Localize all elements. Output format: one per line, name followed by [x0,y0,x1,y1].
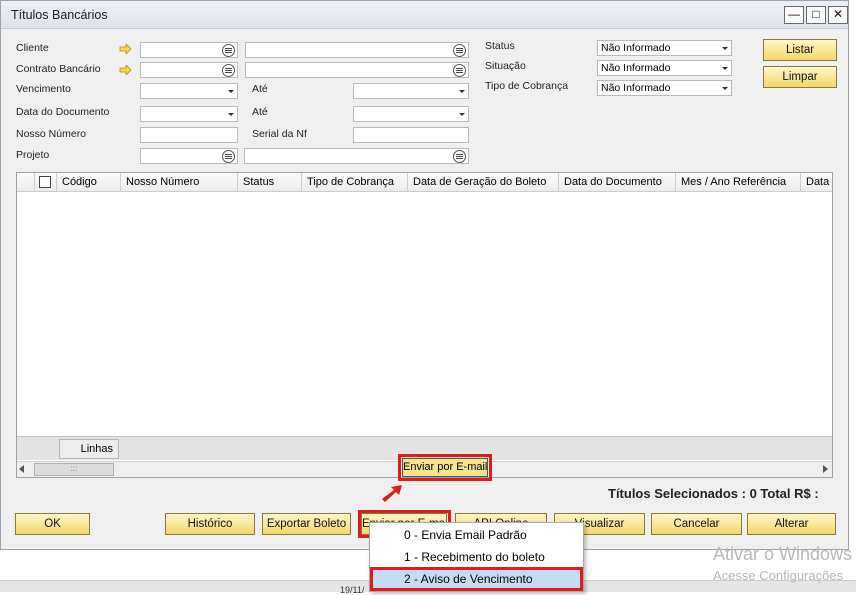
status-label: Status [485,40,515,52]
nosso-numero-input[interactable] [140,127,238,143]
menu-item-recebimento-boleto[interactable]: 1 - Recebimento do boleto [372,547,581,567]
enviar-email-tooltip: Enviar por E-mail [402,458,488,477]
minimize-icon: — [788,7,800,21]
column-header-data-documento[interactable]: Data do Documento [559,173,676,192]
vencimento-label: Vencimento [16,83,71,95]
close-icon: ✕ [832,7,844,21]
titulos-bancarios-window: Títulos Bancários — □ ✕ Cliente Contrato… [0,0,849,550]
data-documento-from-input[interactable] [140,106,238,122]
linhas-label: Linhas [59,439,119,459]
status-select[interactable]: Não Informado [597,40,732,56]
choose-from-list-icon[interactable] [222,44,235,57]
maximize-button[interactable]: □ [806,6,826,24]
projeto-label: Projeto [16,149,50,161]
situacao-select[interactable]: Não Informado [597,60,732,76]
cancelar-button[interactable]: Cancelar [651,513,742,535]
situacao-label: Situação [485,60,526,72]
maximize-icon: □ [812,7,820,21]
titulos-grid[interactable]: Código Nosso Número Status Tipo de Cobra… [16,172,833,478]
taskbar-date: 19/11/ [340,585,365,595]
column-header-data-geracao[interactable]: Data de Geração do Boleto [408,173,559,192]
chevron-down-icon[interactable] [722,67,728,70]
vencimento-to-input[interactable] [353,83,469,99]
alterar-button[interactable]: Alterar [747,513,836,535]
serial-nf-label: Serial da Nf [252,128,307,140]
link-arrow-icon[interactable] [119,44,132,54]
menu-item-envia-email-padrao[interactable]: 0 - Envia Email Padrão [372,525,581,545]
contrato-bancario-label: Contrato Bancário [16,63,101,75]
chevron-down-icon[interactable] [722,47,728,50]
projeto-name-input[interactable] [244,148,469,164]
situacao-value: Não Informado [601,62,671,74]
choose-from-list-icon[interactable] [222,150,235,163]
cliente-name-input[interactable] [245,42,469,58]
ate-documento-label: Até [252,106,268,118]
cliente-label: Cliente [16,42,49,54]
choose-from-list-icon[interactable] [222,64,235,77]
scroll-left-icon[interactable] [19,465,24,473]
serial-nf-input[interactable] [353,127,469,143]
vencimento-from-input[interactable] [140,83,238,99]
data-documento-label: Data do Documento [16,106,110,118]
tooltip-highlight: Enviar por E-mail [398,454,492,481]
chevron-down-icon[interactable] [459,90,465,93]
activation-watermark-title: Ativar o Windows [713,544,853,564]
select-all-column[interactable] [35,173,57,192]
scroll-thumb[interactable]: ::: [34,463,114,476]
contrato-code-input[interactable] [140,62,238,78]
ok-button[interactable]: OK [15,513,90,535]
choose-from-list-icon[interactable] [453,44,466,57]
tipo-cobranca-value: Não Informado [601,82,671,94]
activation-watermark-subtitle: Acesse Configurações [713,568,844,583]
cliente-code-input[interactable] [140,42,238,58]
choose-from-list-icon[interactable] [453,64,466,77]
choose-from-list-icon[interactable] [453,150,466,163]
select-all-checkbox[interactable] [39,176,51,188]
chevron-down-icon[interactable] [228,113,234,116]
title-bar: Títulos Bancários — □ ✕ [1,1,848,29]
row-header-column [17,173,35,192]
minimize-button[interactable]: — [784,6,804,24]
ate-vencimento-label: Até [252,83,268,95]
listar-button[interactable]: Listar [763,39,837,61]
projeto-code-input[interactable] [140,148,238,164]
close-button[interactable]: ✕ [828,6,848,24]
historico-button[interactable]: Histórico [165,513,255,535]
column-header-codigo[interactable]: Código [57,173,121,192]
aviso-vencimento-highlight [370,567,583,591]
email-options-menu[interactable]: 0 - Envia Email Padrão 1 - Recebimento d… [369,522,584,592]
limpar-button[interactable]: Limpar [763,66,837,88]
totals-text: Títulos Selecionados : 0 Total R$ : [608,486,819,501]
chevron-down-icon[interactable] [228,90,234,93]
nosso-numero-label: Nosso Número [16,128,87,140]
tipo-cobranca-label: Tipo de Cobrança [485,80,569,92]
column-header-data[interactable]: Data [801,173,832,192]
tipo-cobranca-select[interactable]: Não Informado [597,80,732,96]
column-header-mes-ano[interactable]: Mes / Ano Referência [676,173,801,192]
data-documento-to-input[interactable] [353,106,469,122]
chevron-down-icon[interactable] [722,87,728,90]
column-header-tipo-cobranca[interactable]: Tipo de Cobrança [302,173,408,192]
contrato-name-input[interactable] [245,62,469,78]
link-arrow-icon[interactable] [119,65,132,75]
window-title: Títulos Bancários [11,8,108,22]
column-header-status[interactable]: Status [238,173,302,192]
scroll-right-icon[interactable] [823,465,828,473]
column-header-nosso-numero[interactable]: Nosso Número [121,173,238,192]
status-value: Não Informado [601,42,671,54]
red-arrow-icon [382,485,402,502]
chevron-down-icon[interactable] [459,113,465,116]
exportar-boleto-button[interactable]: Exportar Boleto [262,513,351,535]
